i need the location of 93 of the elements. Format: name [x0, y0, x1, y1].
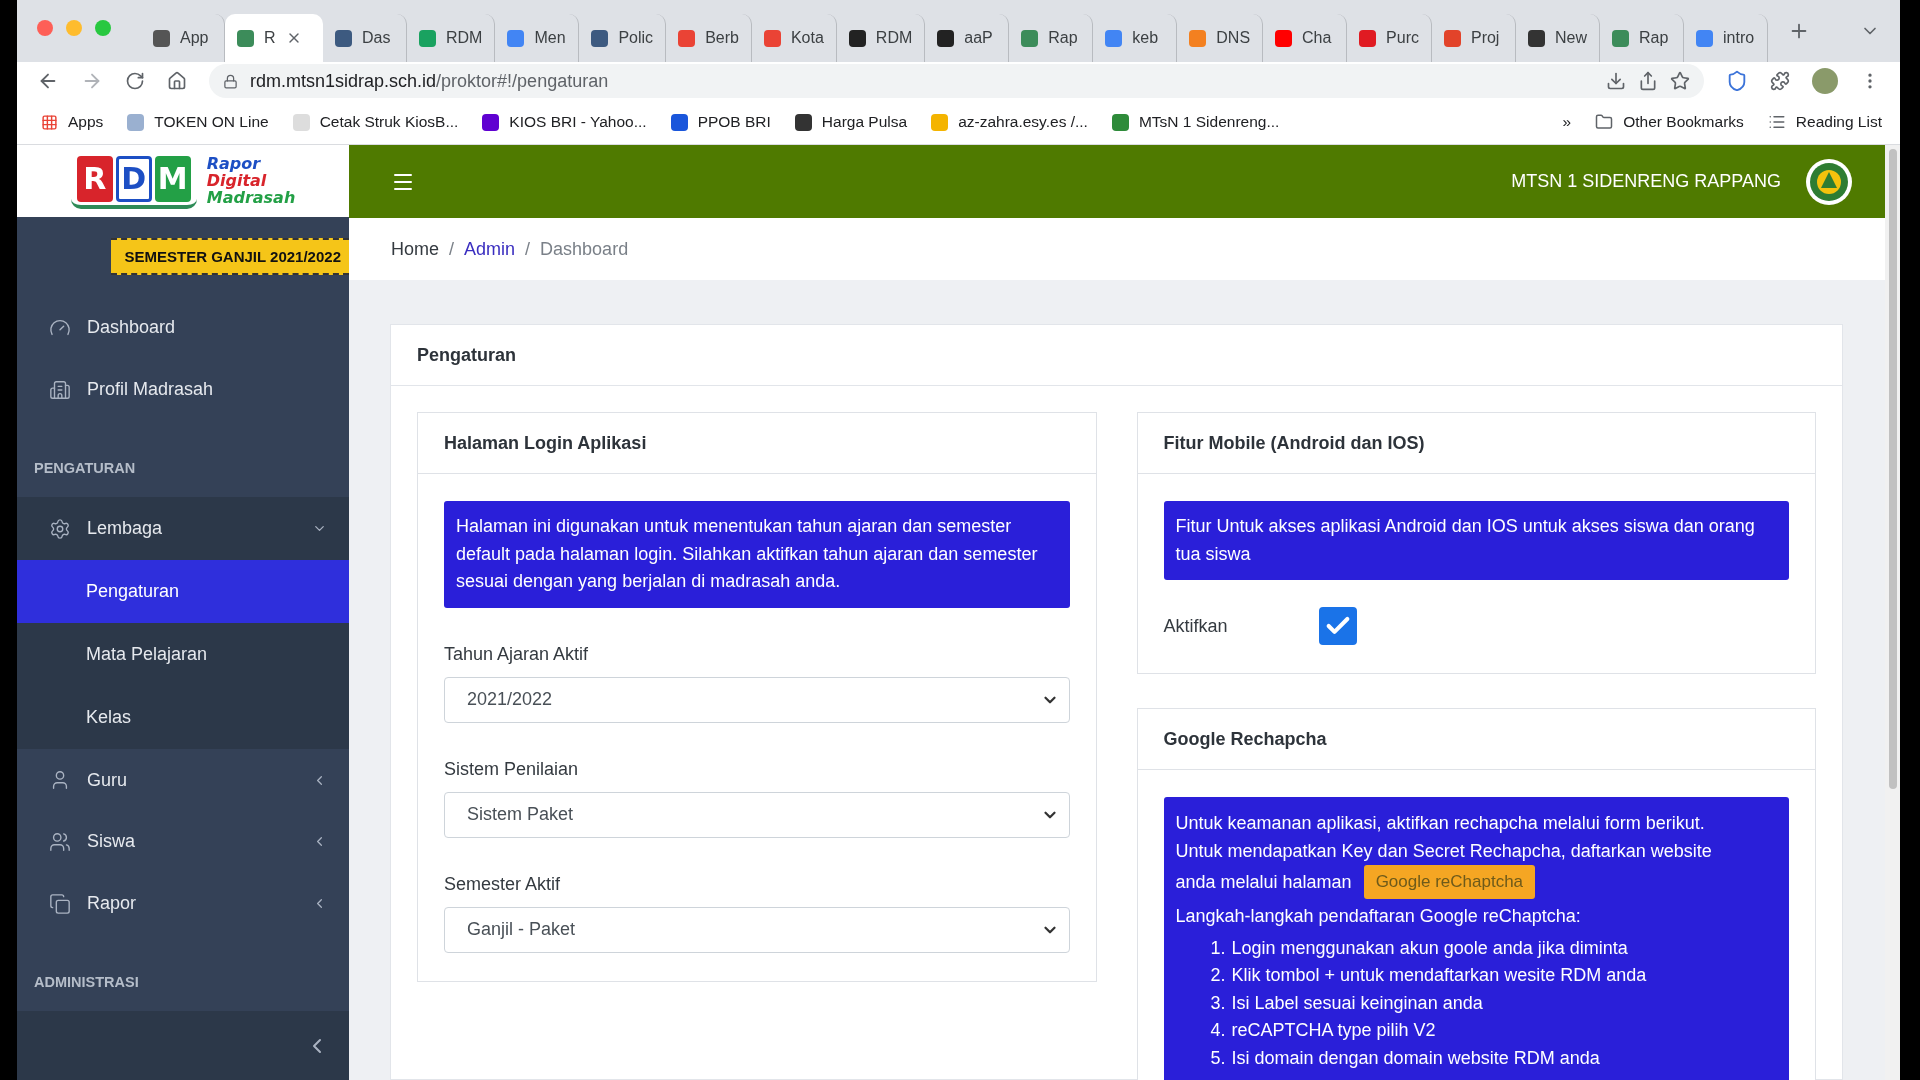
bookmark-item[interactable]: TOKEN ON Line — [127, 113, 269, 131]
alert-text: Untuk mendapatkan Key dan Secret Rechapcha, daftarkan website — [1175, 840, 1712, 863]
browser-tab[interactable]: Das — [323, 14, 407, 62]
install-icon[interactable] — [1606, 71, 1626, 91]
scrollbar-thumb[interactable] — [1888, 149, 1897, 789]
browser-tab[interactable]: Purc — [1347, 14, 1432, 62]
bookmark-star-icon[interactable] — [1670, 71, 1690, 91]
bookmarks-overflow[interactable]: » — [1562, 113, 1572, 131]
step-text: Klik tombol + untuk mendaftarkan wesite RDM anda — [1231, 964, 1647, 987]
bookmark-item[interactable]: PPOB BRI — [670, 113, 771, 131]
sidebar-subitem[interactable]: Pengaturan — [17, 560, 349, 624]
step-number: 2. — [1209, 964, 1226, 987]
select-field[interactable]: 2021/2022 — [444, 676, 1070, 723]
browser-tab[interactable]: DNS — [1177, 14, 1264, 62]
sidebar-item[interactable]: Rapor — [17, 872, 349, 935]
folder-icon — [1595, 113, 1614, 131]
field-label: Semester Aktif — [444, 873, 562, 895]
list-icon — [1767, 113, 1786, 131]
checkbox[interactable] — [1318, 607, 1357, 645]
reload-icon[interactable] — [125, 71, 145, 91]
bookmark-item[interactable]: MTsN 1 Sidenreng... — [1111, 113, 1280, 131]
section-heading: ADMINISTRASI — [34, 974, 139, 990]
browser-tab[interactable]: aaP — [925, 14, 1010, 62]
browser-tab[interactable]: Rap — [1600, 14, 1684, 62]
panel-title: Halaman Login Aplikasi — [444, 432, 647, 454]
step-number: 5. — [1209, 1046, 1226, 1070]
logo: R D M Rapor Digital Madrasah — [17, 145, 349, 217]
browser-tab[interactable]: RDM — [836, 14, 926, 62]
address-bar[interactable]: rdm.mtsn1sidrap.sch.id/proktor#!/pengaturan — [209, 64, 1704, 98]
sidebar-item[interactable]: Profil Madrasah — [17, 358, 349, 421]
users-icon — [49, 830, 71, 853]
browser-tab[interactable]: intro — [1684, 14, 1768, 62]
field-label: Sistem Penilaian — [444, 758, 580, 780]
checkbox-label: Aktifkan — [1163, 615, 1229, 637]
gears-icon — [49, 517, 71, 540]
breadcrumb-separator: / — [525, 238, 531, 260]
step-text: Login menggunakan akun goole anda jika diminta — [1231, 936, 1628, 960]
breadcrumb-link[interactable]: Home — [391, 238, 439, 260]
building-icon — [49, 378, 71, 401]
alert-text: Untuk keamanan aplikasi, aktifkan rechapcha melalui form berikut. — [1175, 812, 1705, 835]
info-alert: Fitur Untuk akses aplikasi Android dan IOS untuk akses siswa dan orang tua siswa — [1163, 501, 1789, 580]
step-text: reCAPTCHA type pilih V2 — [1231, 1019, 1436, 1042]
bookmark-item[interactable]: Apps — [41, 113, 104, 131]
step-number: 1. — [1209, 936, 1226, 960]
step-text: Isi Label sesuai keinginan anda — [1231, 991, 1483, 1015]
select-field[interactable]: Sistem Paket — [444, 791, 1070, 838]
school-seal-icon — [1805, 157, 1853, 206]
step-text: Isi domain dengan domain website RDM anda — [1231, 1046, 1600, 1070]
browser-tab[interactable]: Rap — [1009, 14, 1094, 62]
sidebar-item[interactable]: Siswa — [17, 811, 349, 873]
browser-tab[interactable]: Cha — [1263, 14, 1348, 62]
section-heading: PENGATURAN — [34, 459, 136, 476]
field-label: Tahun Ajaran Aktif — [444, 643, 590, 665]
reading-list[interactable]: Reading List — [1767, 113, 1882, 131]
bookmark-item[interactable]: KIOS BRI - Yahoo... — [482, 113, 647, 131]
profile-avatar[interactable] — [1812, 68, 1838, 94]
copy-icon — [49, 892, 71, 915]
panel-title: Fitur Mobile (Android dan IOS) — [1163, 432, 1425, 454]
browser-tab[interactable]: Berb — [666, 14, 752, 62]
browser-tab[interactable]: R — [225, 14, 323, 62]
sidebar-subitem[interactable]: Mata Pelajaran — [17, 623, 349, 687]
sidebar-item[interactable]: Dashboard — [17, 296, 349, 359]
bookmark-item[interactable]: Harga Pulsa — [794, 113, 908, 131]
select-field[interactable]: Ganjil - Paket — [444, 906, 1070, 953]
school-name: MTSN 1 SIDENRENG RAPPANG — [1511, 171, 1781, 192]
browser-tab[interactable]: Kota — [751, 14, 837, 62]
alert-text: anda melalui halaman — [1175, 871, 1352, 894]
browser-tab[interactable]: keb — [1093, 14, 1178, 62]
card-title: Pengaturan — [417, 344, 517, 366]
browser-tab[interactable]: New — [1515, 14, 1600, 62]
breadcrumb-link[interactable]: Admin — [464, 238, 516, 260]
bookmark-item[interactable]: Cetak Struk KiosB... — [292, 113, 459, 131]
share-icon[interactable] — [1638, 71, 1658, 91]
step-number: 3. — [1209, 991, 1226, 1015]
bookmark-item[interactable]: az-zahra.esy.es /... — [931, 113, 1088, 131]
breadcrumb-separator: / — [449, 238, 455, 260]
sidebar-item[interactable]: Guru — [17, 749, 349, 812]
browser-tab[interactable]: RDM — [407, 14, 496, 62]
step-number: 4. — [1209, 1019, 1226, 1042]
panel-title: Google Rechapcha — [1163, 728, 1327, 750]
other-bookmarks[interactable]: Other Bookmarks — [1595, 113, 1744, 131]
steps-heading: Langkah-langkah pendaftaran Google reChaptcha: — [1175, 905, 1582, 928]
browser-tab[interactable]: Polic — [579, 14, 667, 62]
info-alert: Halaman ini digunakan untuk menentukan tahun ajaran dan semester default pada halaman login. Silahkan aktifkan tahun ajaran dan semester sesuai dengan yang berjalan di madrasah anda. — [444, 501, 1070, 608]
browser-tab[interactable]: Men — [495, 14, 580, 62]
extensions-icon[interactable] — [1770, 71, 1790, 91]
breadcrumb-current: Dashboard — [540, 238, 629, 260]
sidebar-subitem[interactable]: Kelas — [17, 686, 349, 750]
shield-icon[interactable] — [1726, 70, 1748, 92]
browser-tab[interactable]: Proj — [1431, 14, 1516, 62]
lock-icon — [223, 73, 238, 89]
home-icon[interactable] — [167, 71, 187, 91]
semester-badge: SEMESTER GANJIL 2021/2022 — [110, 238, 349, 276]
